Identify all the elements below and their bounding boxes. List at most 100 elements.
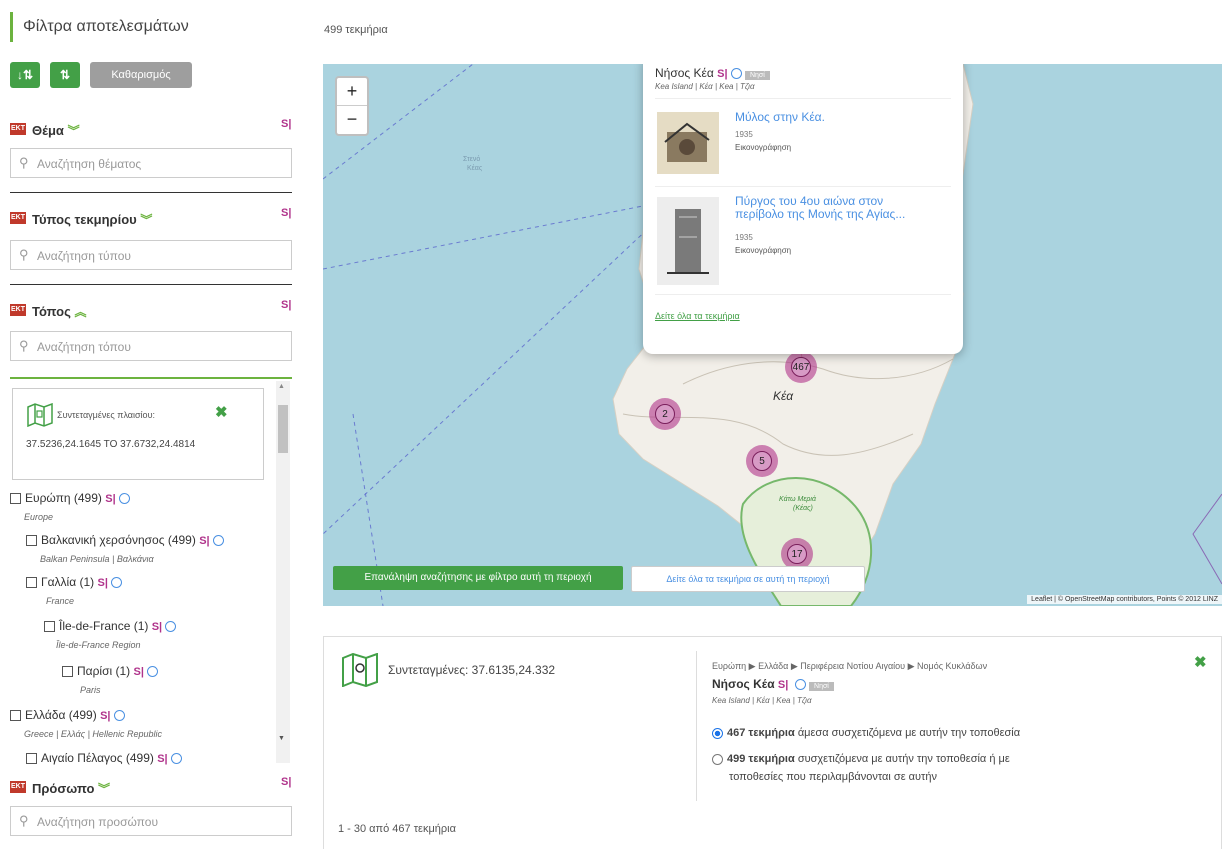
globe-icon[interactable]: [212, 535, 224, 547]
scroll-down-icon[interactable]: ▼: [278, 735, 285, 742]
si-icon[interactable]: S|: [778, 679, 788, 691]
tree-item[interactable]: Ελλάδα (499) S|: [10, 708, 125, 722]
si-icon[interactable]: S|: [100, 710, 110, 722]
clear-filters-button[interactable]: Καθαρισμός: [90, 62, 192, 88]
checkbox[interactable]: [26, 577, 37, 589]
chevron-down-icon[interactable]: ︾: [98, 782, 110, 796]
breadcrumb[interactable]: Ευρώπη ▶ Ελλάδα ▶ Περιφέρεια Νοτίου Αιγα…: [712, 661, 987, 672]
direct-items-option[interactable]: 467 τεκμήρια άμεσα συσχετιζόμενα με αυτή…: [712, 727, 1020, 739]
ekt-logo: EKT: [10, 212, 26, 224]
close-icon[interactable]: ✖: [1194, 653, 1207, 671]
sea-label: Κέας: [467, 165, 483, 172]
popup-see-all-link[interactable]: Δείτε όλα τα τεκμήρια: [655, 311, 740, 321]
drawing-thumbnail-icon: [667, 209, 709, 274]
zoom-in-button[interactable]: +: [337, 78, 367, 106]
popup-item-title[interactable]: Πύργος του 4ου αιώνα στον περίβολο της Μ…: [735, 195, 935, 221]
map-cluster-marker[interactable]: 467: [785, 351, 817, 383]
si-icon[interactable]: S|: [281, 299, 291, 311]
item-thumbnail[interactable]: [657, 112, 719, 174]
sea-label: Στενό: [463, 156, 481, 163]
subject-filter-title[interactable]: Θέμα ︾: [32, 122, 80, 139]
place-title: Νήσος Κέα S| Νησί: [712, 677, 834, 691]
place-type-badge: Νησί: [809, 682, 834, 691]
si-icon[interactable]: S|: [105, 493, 115, 505]
globe-icon[interactable]: [730, 68, 742, 80]
si-icon[interactable]: S|: [281, 207, 291, 219]
si-icon[interactable]: S|: [157, 753, 167, 765]
si-icon[interactable]: S|: [152, 621, 162, 633]
chevron-up-icon[interactable]: ︽: [74, 305, 86, 319]
tree-item[interactable]: Ευρώπη (499) S|: [10, 491, 130, 505]
area-label: Κάτω Μεριά: [779, 496, 816, 503]
tree-item-label: Γαλλία (1): [41, 575, 95, 589]
subject-filter-label: Θέμα: [32, 123, 64, 138]
globe-icon[interactable]: [118, 493, 130, 505]
tree-item[interactable]: Αιγαίο Πέλαγος (499) S|: [26, 751, 182, 765]
map-cluster-marker[interactable]: 2: [649, 398, 681, 430]
checkbox[interactable]: [10, 493, 21, 505]
si-icon[interactable]: S|: [199, 535, 209, 547]
item-thumbnail[interactable]: [657, 197, 719, 285]
globe-icon[interactable]: [110, 577, 122, 589]
place-filter-title[interactable]: Τόπος ︽: [32, 303, 87, 320]
divider: [655, 98, 951, 99]
ekt-logo: EKT: [10, 781, 26, 793]
type-filter-label: Τύπος τεκμηρίου: [32, 212, 137, 227]
see-all-in-area-button[interactable]: Δείτε όλα τα τεκμήρια σε αυτή τη περιοχή: [631, 566, 865, 592]
place-search-input[interactable]: ⚲ Αναζήτηση τόπου: [10, 331, 292, 361]
checkbox[interactable]: [26, 753, 37, 765]
sort-asc-button[interactable]: ↓⇅: [10, 62, 40, 88]
cluster-count: 467: [791, 357, 811, 377]
type-search-placeholder: Αναζήτηση τύπου: [37, 249, 131, 263]
globe-icon[interactable]: [165, 621, 177, 633]
tree-item[interactable]: Γαλλία (1) S|: [26, 575, 122, 589]
si-icon[interactable]: S|: [281, 118, 291, 130]
radio-unselected[interactable]: [712, 753, 723, 765]
checkbox[interactable]: [62, 666, 73, 678]
chevron-down-icon[interactable]: ︾: [68, 124, 80, 138]
map-popup: Νήσος Κέα S| Νησί Kea Island | Κέα | Kea…: [643, 64, 963, 354]
island-label: Κέα: [773, 389, 794, 403]
map-attribution[interactable]: Leaflet | © OpenStreetMap contributors, …: [1027, 595, 1222, 604]
scroll-up-icon[interactable]: ▲: [278, 383, 285, 390]
globe-icon[interactable]: [170, 753, 182, 765]
globe-icon[interactable]: [113, 710, 125, 722]
map[interactable]: Στενό Κέας + − Κέα Κάτω Μεριά (Κέας) 467…: [323, 64, 1222, 606]
related-items-option[interactable]: 499 τεκμήρια συσχετιζόμενα με αυτήν την …: [712, 753, 1010, 765]
tree-item[interactable]: Παρίσι (1) S|: [62, 664, 158, 678]
sort-desc-button[interactable]: ⇅: [50, 62, 80, 88]
popup-place-title[interactable]: Νήσος Κέα S| Νησί: [655, 66, 770, 80]
checkbox[interactable]: [26, 535, 37, 547]
related-description: συσχετιζόμενα με αυτήν την τοποθεσία ή μ…: [797, 753, 1010, 765]
tree-item-label: Βαλκανική χερσόνησος (499): [41, 533, 196, 547]
si-icon[interactable]: S|: [134, 666, 144, 678]
tree-item[interactable]: Βαλκανική χερσόνησος (499) S|: [26, 533, 224, 547]
person-filter-title[interactable]: Πρόσωπο ︾: [32, 780, 110, 797]
repeat-search-button[interactable]: Επανάληψη αναζήτησης με φίλτρο αυτή τη π…: [333, 566, 623, 590]
type-search-input[interactable]: ⚲ Αναζήτηση τύπου: [10, 240, 292, 270]
globe-icon[interactable]: [794, 679, 806, 691]
coordinates-text: Συντεταγμένες: 37.6135,24.332: [388, 663, 556, 677]
radio-selected[interactable]: [712, 727, 723, 739]
popup-item-type: Εικονογράφηση: [735, 143, 792, 152]
divider: [655, 186, 951, 187]
map-pin-icon: [342, 653, 378, 687]
subject-search-input[interactable]: ⚲ Αναζήτηση θέματος: [10, 148, 292, 178]
si-icon[interactable]: S|: [717, 68, 727, 80]
tree-item[interactable]: Île-de-France (1) S|: [44, 619, 177, 633]
drawing-thumbnail-icon: [664, 122, 710, 162]
type-filter-title[interactable]: Τύπος τεκμηρίου ︾: [32, 211, 152, 228]
chevron-down-icon[interactable]: ︾: [140, 213, 152, 227]
checkbox[interactable]: [44, 621, 55, 633]
checkbox[interactable]: [10, 710, 21, 722]
search-icon: ⚲: [19, 813, 29, 828]
popup-item-title[interactable]: Μύλος στην Κέα.: [735, 110, 825, 124]
si-icon[interactable]: S|: [98, 577, 108, 589]
map-cluster-marker[interactable]: 5: [746, 445, 778, 477]
tree-scrollbar-thumb[interactable]: [278, 405, 288, 453]
si-icon[interactable]: S|: [281, 776, 291, 788]
person-search-input[interactable]: ⚲ Αναζήτηση προσώπου: [10, 806, 292, 836]
zoom-out-button[interactable]: −: [337, 106, 367, 133]
globe-icon[interactable]: [146, 666, 158, 678]
close-icon[interactable]: ✖: [215, 403, 228, 421]
